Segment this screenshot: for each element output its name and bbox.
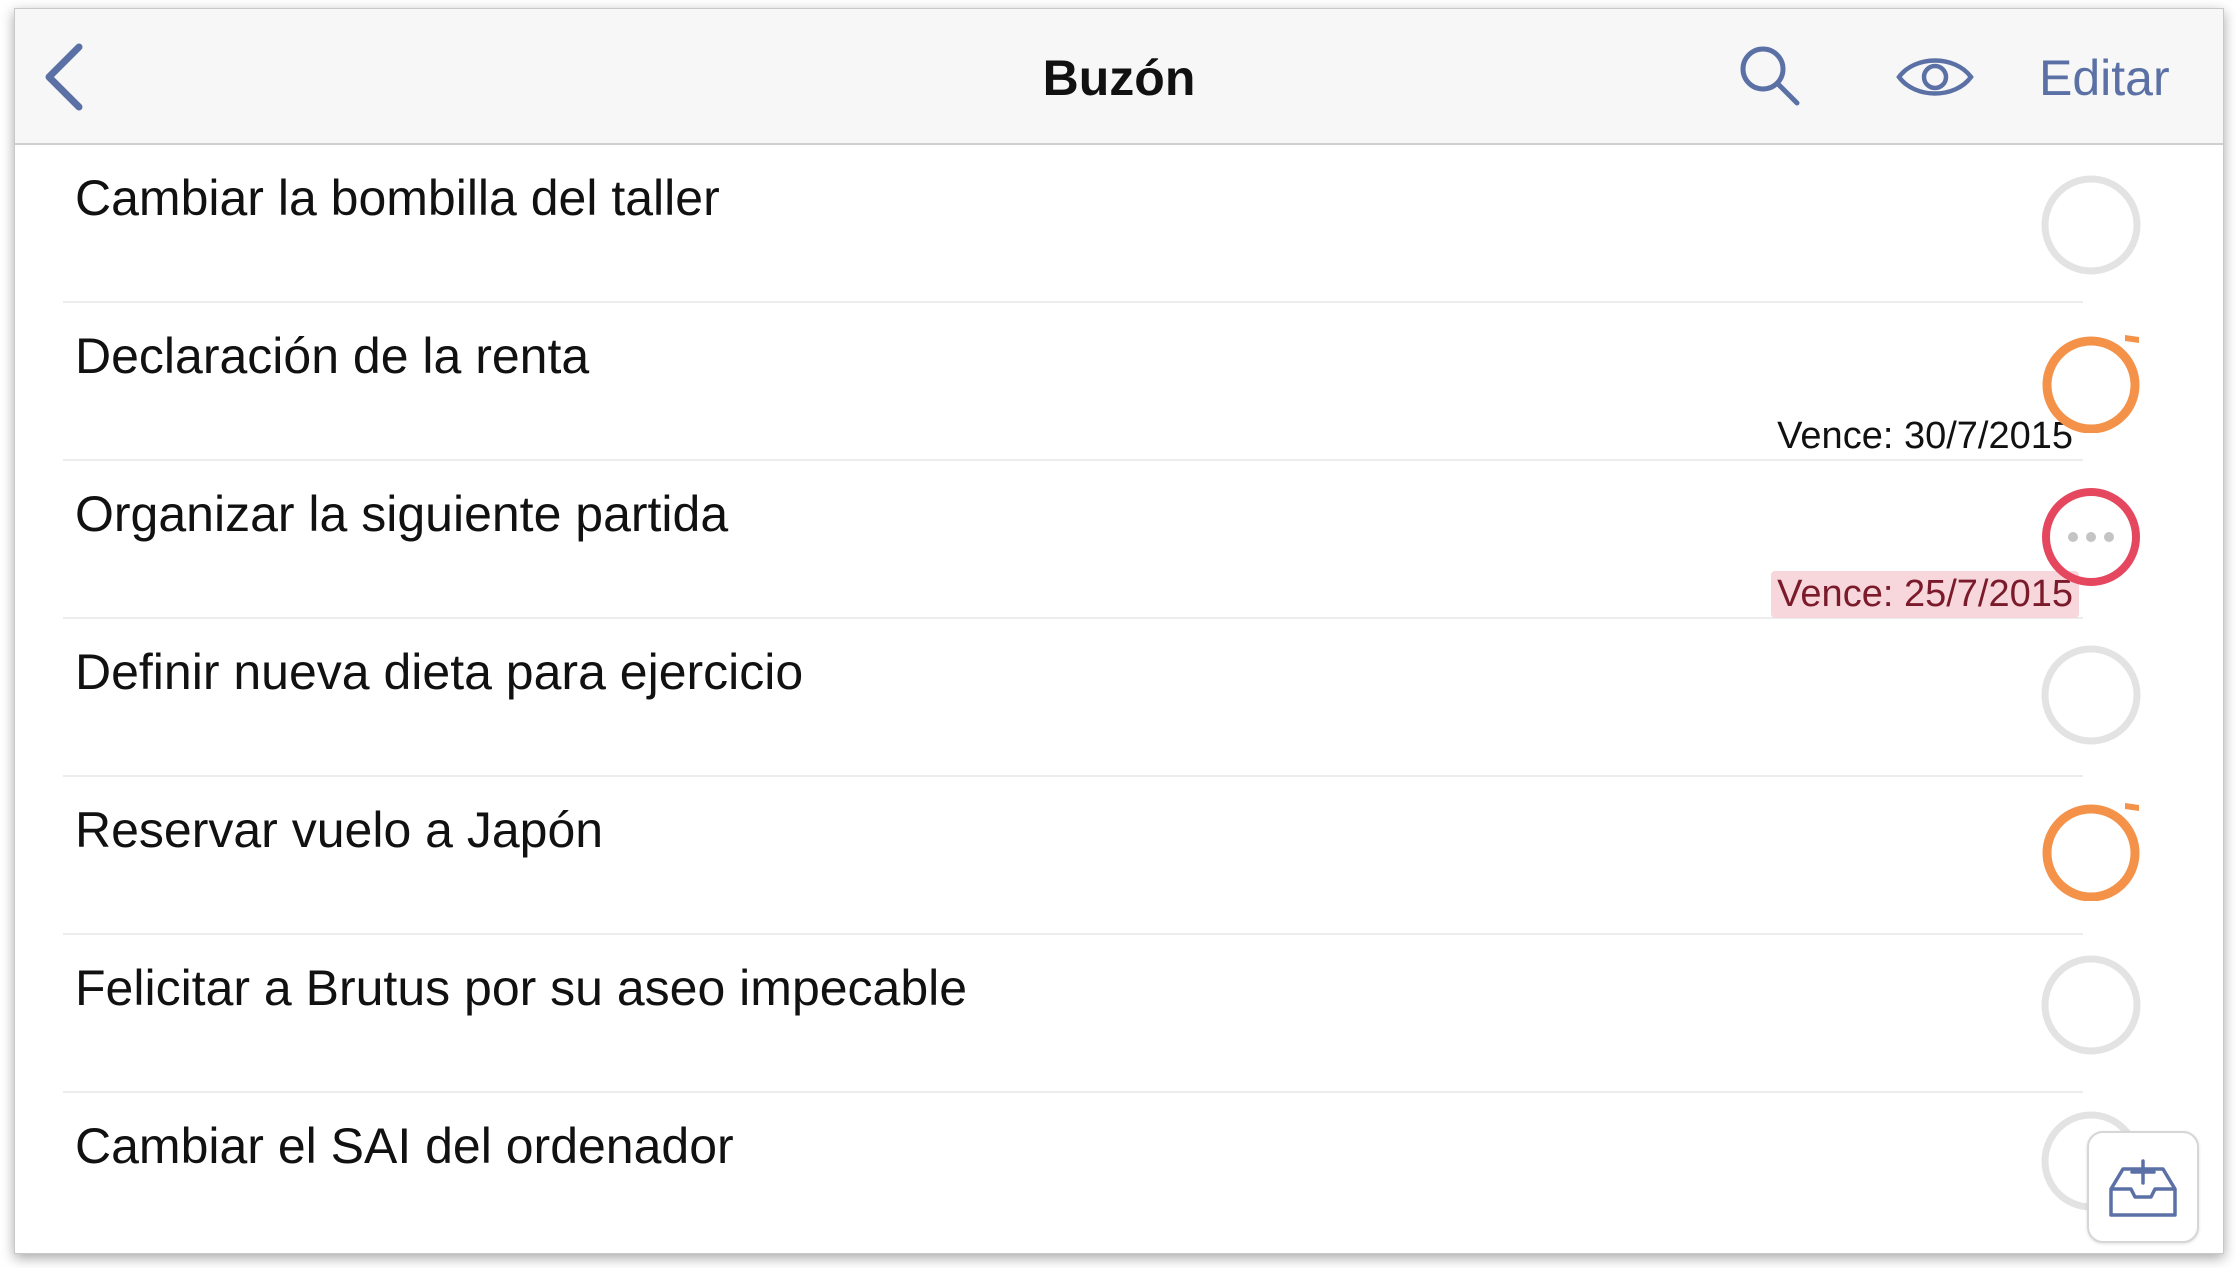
status-circle[interactable]	[2039, 173, 2143, 277]
status-circle[interactable]	[2039, 643, 2143, 747]
navigation-bar: Buzón Editar	[15, 9, 2223, 145]
task-title: Reservar vuelo a Japón	[75, 802, 604, 858]
view-options-button[interactable]	[1895, 49, 1975, 105]
status-circle-flagged[interactable]	[2039, 329, 2143, 433]
task-title: Definir nueva dieta para ejercicio	[75, 644, 804, 700]
search-icon	[1740, 46, 1800, 106]
task-title: Declaración de la renta	[75, 328, 590, 384]
task-title: Cambiar la bombilla del taller	[75, 170, 720, 226]
add-to-inbox-button[interactable]	[2087, 1131, 2199, 1243]
flagged-ring-icon	[2042, 335, 2140, 433]
app-window: Buzón Editar Cambiar la bombilla del tal…	[14, 8, 2224, 1254]
status-circle[interactable]	[2039, 953, 2143, 1057]
status-circle-flagged[interactable]	[2039, 797, 2143, 901]
overdue-ring-icon	[2042, 488, 2140, 586]
task-list: Cambiar la bombilla del taller Declaraci…	[15, 145, 2223, 1249]
task-row[interactable]: Cambiar la bombilla del taller	[63, 145, 2083, 303]
status-ring-icon	[2041, 645, 2141, 745]
task-row[interactable]: Organizar la siguiente partida Vence: 25…	[63, 461, 2083, 619]
task-title: Organizar la siguiente partida	[75, 486, 729, 542]
edit-button[interactable]: Editar	[2039, 49, 2170, 107]
task-row[interactable]: Definir nueva dieta para ejercicio	[63, 619, 2083, 777]
task-row[interactable]: Felicitar a Brutus por su aseo impecable	[63, 935, 2083, 1093]
eye-icon	[1896, 58, 1974, 96]
due-date-overdue: Vence: 25/7/2015	[1771, 571, 2079, 618]
status-ring-icon	[2041, 955, 2141, 1055]
task-title: Felicitar a Brutus por su aseo impecable	[75, 960, 968, 1016]
due-date: Vence: 30/7/2015	[1777, 415, 2073, 457]
task-row[interactable]: Reservar vuelo a Japón	[63, 777, 2083, 935]
task-row[interactable]: Cambiar el SAI del ordenador	[63, 1093, 2083, 1249]
search-button[interactable]	[1735, 41, 1807, 113]
status-ring-icon	[2041, 175, 2141, 275]
flagged-ring-icon	[2042, 803, 2140, 901]
inbox-add-icon	[2109, 1159, 2177, 1217]
status-circle-overdue[interactable]	[2039, 485, 2143, 589]
task-row[interactable]: Declaración de la renta Vence: 30/7/2015	[63, 303, 2083, 461]
page-title: Buzón	[1042, 50, 1196, 106]
task-title: Cambiar el SAI del ordenador	[75, 1118, 734, 1174]
